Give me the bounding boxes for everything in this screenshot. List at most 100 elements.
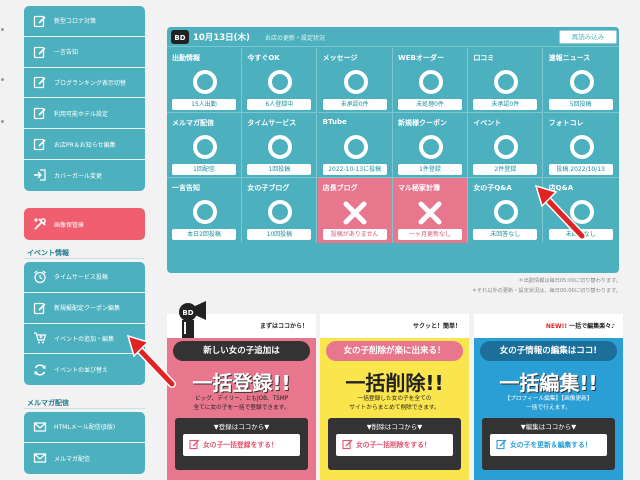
sidebar-item-label: ブログランキング表示切替 (54, 79, 126, 87)
cross-mark-icon (343, 201, 367, 225)
ok-circle-icon (268, 135, 293, 159)
status-cell-button[interactable]: 15人出勤 (172, 99, 236, 110)
status-cell-button[interactable]: 1回配信 (172, 164, 236, 175)
status-cell-button[interactable]: 未承認0件 (322, 99, 387, 110)
ok-circle-icon (494, 135, 519, 159)
red-arrow-icon (534, 184, 586, 240)
sidebar-item-cover-girl[interactable]: カバーガール変更 (24, 160, 145, 191)
status-cell-title: タイムサービス (247, 119, 297, 127)
status-cell: タイムサービス 1回投稿 (242, 113, 318, 178)
status-cell-button[interactable]: 一ヶ月更新なし (397, 229, 462, 240)
edit-icon (33, 301, 47, 315)
status-cell: 店長ブログ投稿がありません (317, 178, 393, 243)
edit-icon (33, 75, 47, 89)
status-cell-button[interactable]: 6人登録中 (247, 99, 312, 110)
status-cell-title: BTube (322, 118, 347, 126)
login-icon (33, 168, 47, 182)
alarm-clock-icon (33, 270, 47, 284)
status-cell-title: 女の子Q&A (473, 184, 512, 192)
status-cell-title: 店長ブログ (322, 184, 358, 192)
section-divider (24, 258, 145, 259)
image-storage-button[interactable]: 画像保管庫 (24, 208, 145, 240)
panel-date: 10月13日(木) (193, 33, 250, 43)
register-girls-button[interactable]: 女の子一括登録をする！ (183, 434, 300, 456)
sidebar-group-mailmag: HTMLメール配信(β版) メルマガ配信 (24, 412, 145, 474)
sidebar-item-label: 利用可能ホテル設定 (54, 110, 109, 118)
edit-icon (33, 137, 47, 151)
panel-header: BD 10月13日(木) お店の更新・設定状況 再読み込み (167, 27, 619, 47)
status-cell: 新規様クーポン 1件登録 (392, 113, 468, 178)
image-storage-label: 画像保管庫 (54, 221, 85, 229)
ok-circle-icon (494, 70, 519, 94)
ok-circle-icon (193, 70, 217, 94)
sidebar-item-hotels[interactable]: 利用可能ホテル設定 (24, 98, 145, 130)
sidebar-item-announcement[interactable]: 一言告知 (24, 37, 145, 68)
status-cell-button[interactable]: 未回答なし (473, 229, 538, 240)
sidebar-item-shop-pr[interactable]: お店PR＆お知らせ編集 (24, 129, 145, 160)
status-cell-title: 女の子ブログ (247, 184, 290, 192)
status-cell: 今すぐOK 6人登録中 (242, 48, 318, 113)
new-badge: NEW!! (545, 323, 568, 330)
sidebar-item-label: 一言告知 (54, 49, 79, 57)
status-cell-button[interactable]: 未承認0件 (473, 99, 538, 110)
banner-edit: NEW!! 一括で編集楽々♪ 女の子情報の編集はココ! 一括編集!! 【プロフィール編… (474, 314, 623, 480)
status-cell-title: WEBオーダー (397, 54, 444, 62)
status-cell-button[interactable]: 5回投稿 (548, 99, 613, 110)
status-cell-button[interactable]: 投稿 2022/10/13 (548, 164, 613, 175)
cta-label: ▼編集はココから▼ (520, 423, 577, 431)
sidebar-item-new-coupon[interactable]: 新規擬配定クーポン編集 (24, 293, 145, 324)
edge-dot (1, 28, 4, 31)
sidebar-item-html-mail[interactable]: HTMLメール配信(β版) (24, 412, 145, 443)
status-cell-button[interactable]: 投稿がありません (322, 229, 387, 240)
status-cell-button[interactable]: 2022-10-13に投稿 (322, 164, 387, 175)
banner-tagline-text: 一括で編集楽々♪ (569, 323, 615, 330)
delete-girls-button[interactable]: 女の子一括削除をする！ (336, 434, 453, 456)
sidebar-item-time-service[interactable]: タイムサービス投稿 (24, 262, 145, 293)
sidebar-group-settings: 新型コロナ対策 一言告知ブログランキング表示切替 利用可能ホテル設定お店PR＆お知ら… (24, 6, 145, 191)
status-cell-title: 一言告知 (172, 184, 200, 192)
status-cell-button[interactable]: 2件登録 (473, 164, 538, 175)
banner-tagline: NEW!! 一括で編集楽々♪ (546, 321, 615, 330)
section-label-events: イベント情報 (27, 249, 69, 257)
banner-desc-line: ビッグ、デイリー、ともJOB、TSMP (194, 396, 289, 402)
sidebar-item-covid[interactable]: 新型コロナ対策 (24, 6, 145, 37)
edit-icon (342, 439, 353, 450)
status-cell-button[interactable]: 1回投稿 (247, 164, 312, 175)
sidebar-item-label: 新規擬配定クーポン編集 (54, 305, 121, 313)
status-cell: 出勤情報 15人出勤 (167, 48, 242, 113)
edit-girls-button[interactable]: 女の子を更新＆編集する！ (490, 434, 607, 456)
banner-title: 一括編集!! (499, 371, 598, 395)
status-cell-button[interactable]: 1件登録 (397, 164, 462, 175)
cta-button-label: 女の子一括登録をする！ (203, 441, 278, 449)
cta-panel: ▼削除はココから▼ 女の子一括削除をする！ (328, 418, 461, 470)
status-cell: 女の子ブログ 10回投稿 (242, 178, 318, 243)
section-label-mailmag: メルマガ配信 (27, 399, 69, 407)
reload-button[interactable]: 再読み込み (559, 30, 617, 44)
status-cell-title: 今すぐOK (247, 54, 280, 62)
sidebar-item-label: メルマガ配信 (54, 455, 91, 463)
edit-icon (33, 106, 47, 120)
ok-circle-icon (193, 135, 217, 159)
status-cell-button[interactable]: 未処理0件 (397, 99, 462, 110)
cta-label: ▼登録はココから▼ (213, 423, 270, 431)
status-cell-button[interactable]: 10回投稿 (247, 229, 312, 240)
svg-text:BD: BD (182, 309, 193, 317)
status-cell-button[interactable]: 本日2回投稿 (172, 229, 236, 240)
refresh-icon (33, 363, 47, 377)
tools-icon (33, 217, 47, 231)
banner-desc-line: 一括で行えます。 (526, 405, 571, 411)
sidebar-item-label: 新型コロナ対策 (54, 18, 97, 26)
banner-title: 一括削除!! (345, 371, 444, 395)
sidebar-item-mailmag[interactable]: メルマガ配信 (24, 443, 145, 474)
banner-headline: 女の子削除が楽に出来る！ (326, 341, 463, 361)
ok-circle-icon (343, 135, 368, 159)
banner-desc-line: 一括登録した女の子を全ての (357, 396, 432, 402)
status-cell: 速報ニュース 5回投稿 (543, 48, 619, 113)
red-arrow-icon (126, 334, 176, 388)
banner-desc-line: サイトからまとめて削除できます。 (349, 405, 440, 411)
ok-circle-icon (494, 200, 519, 224)
status-cell: WEBオーダー未処理0件 (392, 48, 468, 113)
status-cell: フォトコレ 投稿 2022/10/13 (543, 113, 619, 178)
ok-circle-icon (418, 135, 443, 159)
sidebar-item-blog-ranking[interactable]: ブログランキング表示切替 (24, 68, 145, 99)
